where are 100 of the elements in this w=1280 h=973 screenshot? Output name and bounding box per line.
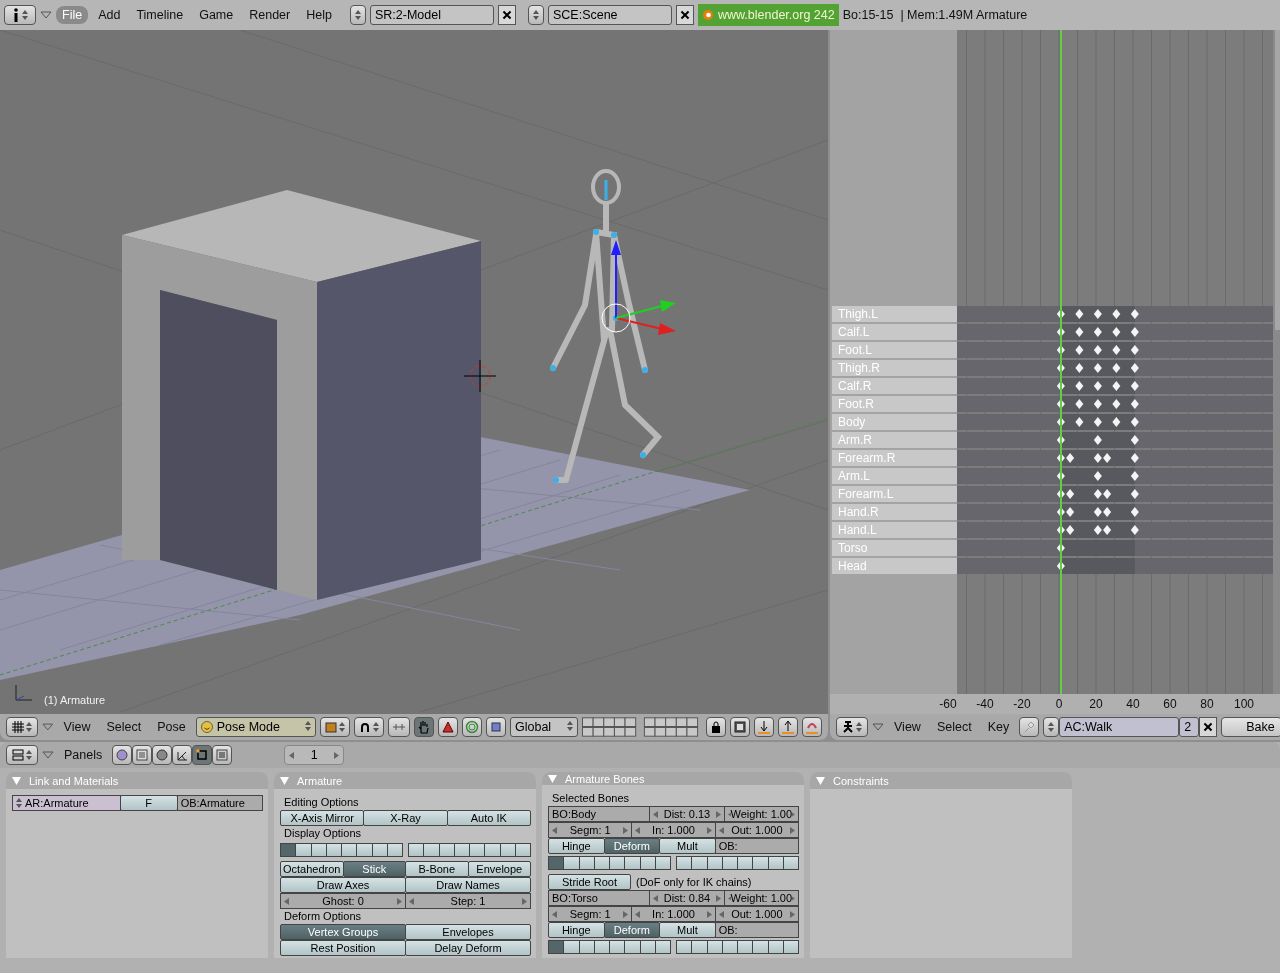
tool-button[interactable] [414, 717, 434, 737]
window-type-button[interactable] [6, 717, 38, 737]
context-button[interactable] [212, 745, 233, 765]
toggle-button[interactable]: Delay Deform [405, 940, 531, 956]
number-field[interactable]: Out: 1.000 [714, 822, 799, 838]
layer-button[interactable] [609, 940, 626, 954]
left-arrow-icon[interactable] [409, 897, 414, 905]
layer-button[interactable] [280, 843, 297, 857]
number-field[interactable]: Segm: 1 [548, 822, 633, 838]
left-arrow-icon[interactable] [635, 910, 641, 918]
toggle-button[interactable]: Deform [603, 838, 661, 854]
toggle-button[interactable]: Deform [603, 922, 661, 938]
left-arrow-icon[interactable] [289, 751, 295, 759]
menu-item[interactable]: Help [300, 6, 338, 24]
toggle-button[interactable]: X-Ray [363, 810, 448, 826]
left-arrow-icon[interactable] [653, 894, 659, 902]
layer-button[interactable] [469, 843, 486, 857]
toggle-button[interactable]: Octahedron [280, 861, 344, 877]
toggle-button[interactable]: Envelopes [405, 924, 531, 940]
window-type-button[interactable] [4, 5, 36, 25]
window-type-button[interactable] [836, 717, 868, 737]
browse-button[interactable] [527, 5, 544, 25]
layer-button[interactable] [737, 940, 754, 954]
right-arrow-icon[interactable] [623, 826, 629, 834]
toggle-button[interactable]: Stride Root [548, 874, 631, 890]
browse-button[interactable] [1043, 717, 1060, 737]
menu-item[interactable]: Render [243, 6, 297, 24]
toggle-button[interactable]: Draw Axes [280, 877, 406, 893]
text-field[interactable]: BO:Body [548, 806, 651, 822]
menu-item[interactable]: Key [981, 718, 1016, 736]
frame-field[interactable]: 1 [284, 745, 345, 765]
layer-button[interactable] [341, 843, 358, 857]
number-field[interactable]: Out: 1.000 [714, 906, 799, 922]
name-field[interactable]: SCE:Scene [547, 5, 672, 25]
toggle-button[interactable]: Mult [659, 838, 716, 854]
collapse-triangle-icon[interactable] [42, 751, 54, 759]
menu-item[interactable]: Select [100, 718, 148, 736]
number-field[interactable]: Ghost: 0 [280, 893, 406, 909]
menu-item[interactable]: Panels [58, 746, 109, 764]
close-icon[interactable] [675, 5, 694, 25]
close-icon[interactable] [497, 5, 516, 25]
layer-button[interactable] [624, 856, 641, 870]
bake-button[interactable]: Bake [1221, 717, 1280, 737]
menu-item[interactable]: Timeline [130, 6, 190, 24]
draw-type-button[interactable] [320, 717, 350, 737]
pivot-button[interactable] [354, 717, 384, 737]
layer-button[interactable] [484, 843, 501, 857]
orientation-dropdown[interactable]: Global [510, 717, 579, 737]
layer-button[interactable] [295, 843, 312, 857]
collapse-triangle-icon[interactable] [42, 723, 54, 731]
number-field[interactable]: Dist: 0.84 [649, 890, 725, 906]
context-button[interactable] [192, 745, 213, 765]
layer-button[interactable] [676, 856, 693, 870]
toggle-button[interactable]: Envelope [467, 861, 531, 877]
collapse-triangle-icon[interactable] [872, 723, 884, 731]
menu-item[interactable]: Add [92, 6, 127, 24]
tool-button[interactable] [486, 717, 506, 737]
toggle-button[interactable]: Stick [342, 861, 406, 877]
collapse-triangle-icon[interactable] [40, 11, 52, 19]
layer-button[interactable] [752, 856, 769, 870]
menu-item[interactable]: View [57, 718, 97, 736]
left-arrow-icon[interactable] [552, 910, 557, 918]
toggle-button[interactable]: Auto IK [446, 810, 531, 826]
left-arrow-icon[interactable] [635, 826, 641, 834]
menu-item[interactable]: Pose [151, 718, 192, 736]
layer-button[interactable] [548, 856, 565, 870]
tool-button[interactable] [438, 717, 458, 737]
toggle-button[interactable]: Hinge [548, 838, 605, 854]
layer-button[interactable] [548, 940, 565, 954]
toggle-button[interactable]: F [119, 795, 178, 811]
text-field[interactable]: OB:Armature [176, 795, 263, 811]
text-field[interactable]: OB: [714, 838, 799, 854]
toggle-button[interactable]: Vertex Groups [280, 924, 406, 940]
layer-button[interactable] [676, 940, 693, 954]
action-name-field[interactable]: AC:Walk [1059, 717, 1180, 737]
layer-button[interactable] [691, 940, 708, 954]
left-arrow-icon[interactable] [552, 826, 557, 834]
layer-button[interactable] [609, 856, 626, 870]
toggle-button[interactable]: Draw Names [405, 877, 531, 893]
layer-button[interactable] [423, 843, 440, 857]
toggle-button[interactable]: Rest Position [280, 940, 406, 956]
toggle-button[interactable]: Mult [659, 922, 716, 938]
close-icon[interactable] [1199, 717, 1218, 737]
left-arrow-icon[interactable] [284, 897, 289, 905]
number-field[interactable]: In: 1.000 [631, 906, 716, 922]
browse-button[interactable] [349, 5, 366, 25]
toggle-button[interactable]: B-Bone [405, 861, 469, 877]
right-arrow-icon[interactable] [397, 897, 402, 905]
menu-item[interactable]: Game [193, 6, 240, 24]
number-field[interactable]: Step: 1 [405, 893, 531, 909]
right-arrow-icon[interactable] [334, 751, 340, 759]
lock-icon[interactable] [706, 717, 726, 737]
layer-button[interactable] [691, 856, 708, 870]
name-field[interactable]: SR:2-Model [369, 5, 494, 25]
data-field[interactable]: AR:Armature [12, 795, 121, 811]
layer-button[interactable] [563, 940, 580, 954]
layer-button[interactable] [356, 843, 373, 857]
menu-item[interactable]: Select [930, 718, 978, 736]
right-arrow-icon[interactable] [623, 910, 629, 918]
mode-dropdown[interactable]: Pose Mode [195, 717, 316, 737]
